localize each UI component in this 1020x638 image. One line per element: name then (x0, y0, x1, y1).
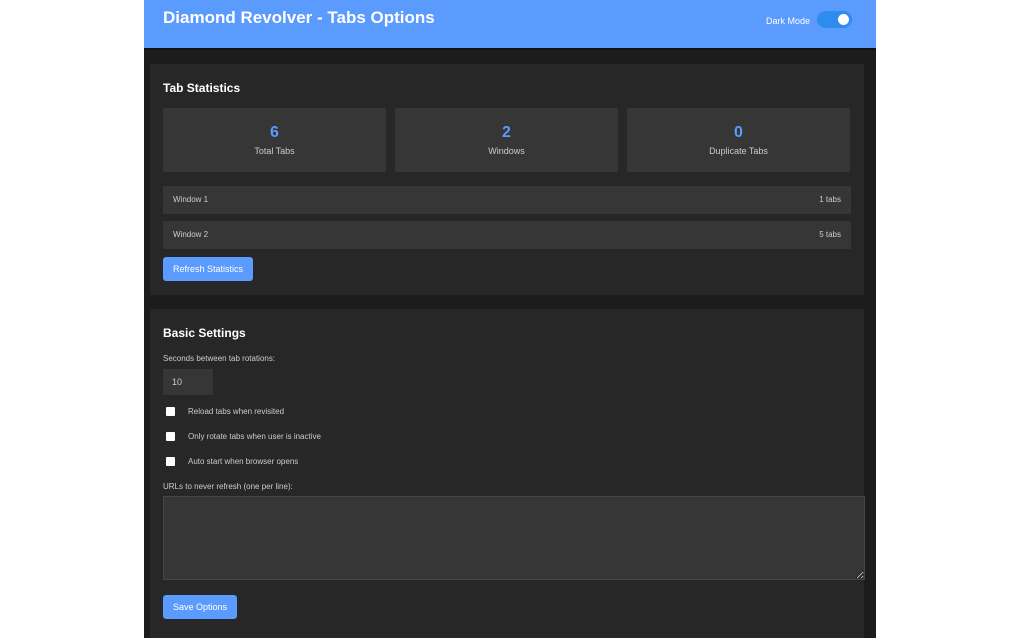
checkbox-label: Only rotate tabs when user is inactive (188, 432, 321, 441)
page-title: Diamond Revolver - Tabs Options (163, 8, 435, 27)
window-tab-count: 5 tabs (819, 230, 841, 239)
header: Diamond Revolver - Tabs Options Dark Mod… (144, 0, 876, 50)
window-row: Window 1 1 tabs (163, 186, 851, 214)
stat-duplicate-tabs: 0 Duplicate Tabs (627, 108, 850, 172)
checkbox[interactable] (166, 432, 175, 441)
window-name: Window 2 (173, 230, 209, 239)
dark-mode-label: Dark Mode (765, 16, 810, 26)
checkbox[interactable] (166, 407, 175, 416)
seconds-label: Seconds between tab rotations: (163, 354, 276, 363)
auto-start-checkbox[interactable]: Auto start when browser opens (166, 457, 298, 466)
window-tab-count: 1 tabs (819, 195, 841, 204)
stat-windows: 2 Windows (395, 108, 618, 172)
section-heading: Tab Statistics (163, 81, 241, 95)
inactive-only-checkbox[interactable]: Only rotate tabs when user is inactive (166, 432, 321, 441)
options-page: Diamond Revolver - Tabs Options Dark Mod… (144, 0, 876, 638)
stat-value: 6 (270, 124, 279, 141)
stat-value: 0 (734, 124, 743, 141)
window-row: Window 2 5 tabs (163, 221, 851, 249)
save-options-button[interactable]: Save Options (163, 595, 238, 619)
stat-value: 2 (502, 124, 511, 141)
stat-total-tabs: 6 Total Tabs (163, 108, 386, 172)
checkbox[interactable] (166, 457, 175, 466)
stat-label: Windows (488, 146, 525, 156)
checkbox-label: Auto start when browser opens (188, 457, 299, 466)
refresh-statistics-button[interactable]: Refresh Statistics (163, 257, 254, 281)
urls-textarea[interactable] (163, 496, 865, 580)
stat-label: Total Tabs (254, 146, 295, 156)
tab-statistics-card: Tab Statistics 6 Total Tabs 2 Windows 0 Dup… (150, 64, 864, 295)
dark-mode-toggle[interactable] (817, 11, 852, 28)
reload-tabs-checkbox[interactable]: Reload tabs when revisited (166, 407, 284, 416)
checkbox-label: Reload tabs when revisited (188, 407, 285, 416)
section-heading: Basic Settings (163, 326, 246, 340)
urls-label: URLs to never refresh (one per line): (163, 482, 293, 491)
window-name: Window 1 (173, 195, 209, 204)
stat-label: Duplicate Tabs (709, 146, 768, 156)
basic-settings-card: Basic Settings Seconds between tab rotat… (150, 309, 865, 638)
seconds-input[interactable]: 10 (163, 369, 213, 395)
